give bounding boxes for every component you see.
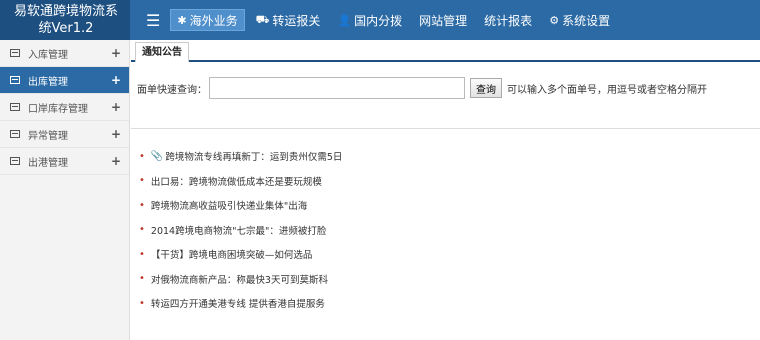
sidebar: 入库管理 + 出库管理 + 口岸库存管理 + 异常管理 + 出港管理 + xyxy=(0,40,130,340)
expand-plus-icon[interactable]: + xyxy=(111,127,121,141)
tab-announcements[interactable]: 通知公告 xyxy=(135,42,189,62)
list-item: • 转运四方开通美港专线 提供香港自提服务 xyxy=(139,291,760,316)
list-icon xyxy=(10,49,20,57)
search-hint: 可以输入多个面单号，用逗号或者空格分隔开 xyxy=(507,84,707,96)
nav-label: 海外业务 xyxy=(189,13,238,28)
sidebar-item-inbound[interactable]: 入库管理 + xyxy=(0,40,129,67)
asterisk-icon: ✱ xyxy=(177,13,187,27)
nav-label: 转运报关 xyxy=(272,13,321,28)
nav-item-reports[interactable]: 统计报表 xyxy=(478,9,538,31)
news-link[interactable]: 对俄物流商新产品：称最快3天可到莫斯科 xyxy=(151,272,328,286)
app-brand: 易软通跨境物流系 统Ver1.2 xyxy=(0,0,130,40)
nav-label: 系统设置 xyxy=(562,13,611,28)
truck-icon: ⛟ xyxy=(255,12,270,26)
list-icon xyxy=(10,76,20,84)
brand-line-1: 易软通跨境物流系 xyxy=(13,4,118,19)
search-label: 面单快速查询： xyxy=(137,84,207,96)
nav-item-domestic[interactable]: 👤 国内分拨 xyxy=(331,9,408,31)
expand-plus-icon[interactable]: + xyxy=(111,46,121,60)
sidebar-item-outbound[interactable]: 出库管理 + xyxy=(0,67,129,94)
sidebar-item-departure[interactable]: 出港管理 + xyxy=(0,148,129,175)
main-content: 通知公告 面单快速查询： 查询 可以输入多个面单号，用逗号或者空格分隔开 • 📎 跨… xyxy=(131,40,760,340)
top-navbar: 易软通跨境物流系 统Ver1.2 ☰ ✱ 海外业务 ⛟ 转运报关 👤 国内分拨 … xyxy=(0,0,760,40)
expand-plus-icon[interactable]: + xyxy=(111,73,121,87)
news-link[interactable]: 跨境物流高收益吸引快递业集体"出海 xyxy=(151,198,307,212)
expand-plus-icon[interactable]: + xyxy=(111,154,121,168)
nav-item-website[interactable]: 网站管理 xyxy=(413,9,473,31)
list-icon xyxy=(10,130,20,138)
sidebar-item-label: 异常管理 xyxy=(28,130,68,142)
news-link[interactable]: 2014跨境电商物流"七宗最"：进频被打脸 xyxy=(151,223,326,237)
menu-toggle-icon[interactable]: ☰ xyxy=(146,11,160,30)
bullet-icon: • xyxy=(139,273,145,285)
news-list: • 📎 跨境物流专线再填新丁：运到贵州仅需5日 • 出口易：跨境物流做低成本还是要玩规… xyxy=(131,129,760,316)
list-item: • 跨境物流高收益吸引快递业集体"出海 xyxy=(139,193,760,218)
main-menu: ☰ ✱ 海外业务 ⛟ 转运报关 👤 国内分拨 网站管理 统计报表 ⚙ 系统设置 xyxy=(130,0,621,40)
sidebar-item-label: 口岸库存管理 xyxy=(28,103,88,115)
list-item: • 对俄物流商新产品：称最快3天可到莫斯科 xyxy=(139,267,760,292)
paperclip-icon: 📎 xyxy=(150,150,164,162)
nav-label: 国内分拨 xyxy=(354,13,403,28)
nav-item-transshipment[interactable]: ⛟ 转运报关 xyxy=(250,9,327,31)
search-button[interactable]: 查询 xyxy=(470,78,502,98)
sidebar-item-port-inventory[interactable]: 口岸库存管理 + xyxy=(0,94,129,121)
news-link[interactable]: 【干货】跨境电商困境突破—如何选品 xyxy=(151,247,313,261)
bullet-icon: • xyxy=(139,199,145,211)
bullet-icon: • xyxy=(139,175,145,187)
sidebar-item-label: 出港管理 xyxy=(28,157,68,169)
news-link[interactable]: 出口易：跨境物流做低成本还是要玩规模 xyxy=(151,174,322,188)
sidebar-item-label: 入库管理 xyxy=(28,49,68,61)
nav-label: 网站管理 xyxy=(419,13,468,28)
sidebar-item-label: 出库管理 xyxy=(28,76,68,88)
expand-plus-icon[interactable]: + xyxy=(111,100,121,114)
news-link[interactable]: 跨境物流专线再填新丁：运到贵州仅需5日 xyxy=(165,149,342,163)
list-icon xyxy=(10,157,20,165)
list-item: • 2014跨境电商物流"七宗最"：进频被打脸 xyxy=(139,218,760,243)
sidebar-item-exceptions[interactable]: 异常管理 + xyxy=(0,121,129,148)
nav-item-settings[interactable]: ⚙ 系统设置 xyxy=(543,9,616,31)
tab-bar: 通知公告 xyxy=(131,40,760,62)
list-item: • 出口易：跨境物流做低成本还是要玩规模 xyxy=(139,169,760,194)
list-icon xyxy=(10,103,20,111)
bullet-icon: • xyxy=(139,150,145,162)
list-item: • 📎 跨境物流专线再填新丁：运到贵州仅需5日 xyxy=(139,144,760,169)
bullet-icon: • xyxy=(139,297,145,309)
nav-label: 统计报表 xyxy=(484,13,533,28)
brand-line-2: 统Ver1.2 xyxy=(38,21,94,36)
bullet-icon: • xyxy=(139,224,145,236)
user-icon: 👤 xyxy=(337,13,352,27)
list-item: • 【干货】跨境电商困境突破—如何选品 xyxy=(139,242,760,267)
nav-item-overseas[interactable]: ✱ 海外业务 xyxy=(170,9,245,31)
news-link[interactable]: 转运四方开通美港专线 提供香港自提服务 xyxy=(151,296,325,310)
waybill-search-input[interactable] xyxy=(209,77,465,99)
waybill-search: 面单快速查询： 查询 可以输入多个面单号，用逗号或者空格分隔开 xyxy=(131,62,760,104)
cogs-icon: ⚙ xyxy=(549,13,560,27)
bullet-icon: • xyxy=(139,248,145,260)
